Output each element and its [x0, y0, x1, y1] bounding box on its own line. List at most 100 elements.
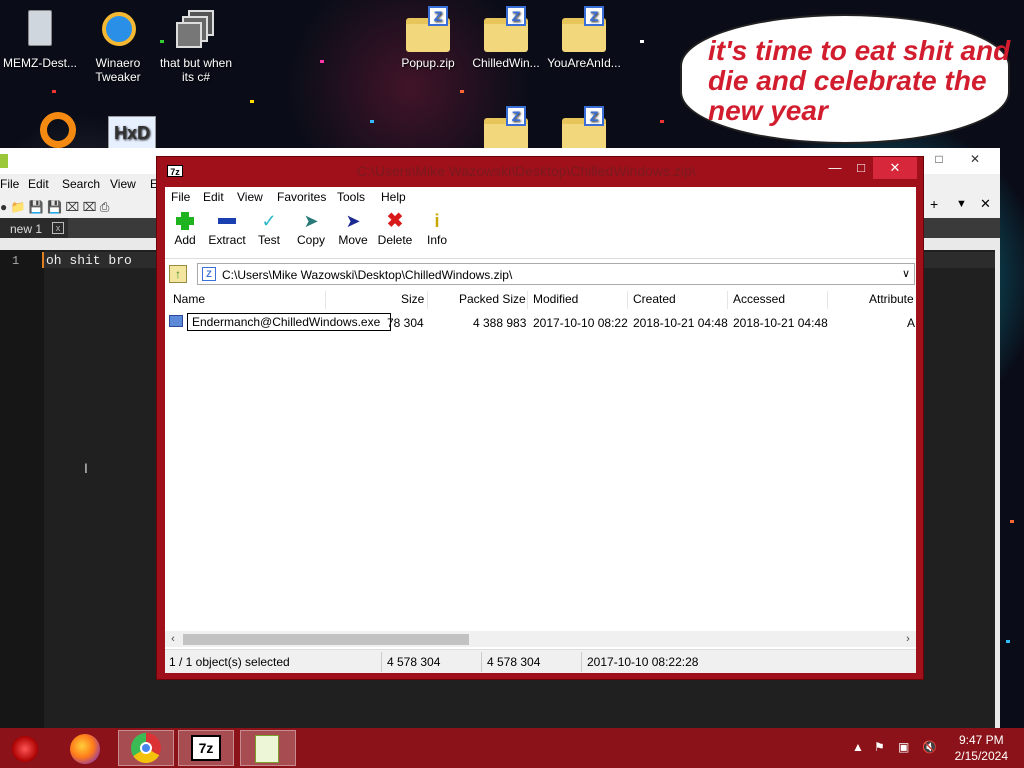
cell-accessed: 2018-10-21 04:48	[733, 316, 828, 330]
menu-file[interactable]: File	[0, 177, 19, 191]
sevenzip-client: File Edit View Favorites Tools Help Add …	[165, 187, 916, 673]
horizontal-scrollbar[interactable]: ‹ ›	[165, 631, 916, 647]
desktop-icon-csharp[interactable]: that but when its c#	[158, 8, 234, 84]
code-line[interactable]: oh shit bro	[46, 253, 132, 268]
sevenzip-window[interactable]: 7z C:\Users\Mike Wazowski\Desktop\Chille…	[156, 156, 924, 680]
desktop-icon-memz[interactable]: MEMZ-Dest...	[2, 8, 78, 70]
test-button[interactable]: ✓ Test	[249, 211, 289, 257]
desktop-icon-popup-zip[interactable]: Z Popup.zip	[390, 6, 466, 70]
cell-size: 78 304	[387, 316, 424, 330]
menu-search[interactable]: Search	[62, 177, 100, 191]
show-hidden-icons-icon[interactable]: ▲	[852, 740, 864, 754]
add-icon	[174, 211, 196, 231]
copy-button[interactable]: ➤ Copy	[291, 211, 331, 257]
address-path: C:\Users\Mike Wazowski\Desktop\ChilledWi…	[222, 268, 513, 282]
confetti	[1010, 520, 1014, 523]
close-icon[interactable]: ✕	[966, 152, 984, 168]
menu-edit[interactable]: Edit	[203, 190, 224, 204]
move-label: Move	[338, 233, 368, 247]
add-button[interactable]: Add	[165, 211, 205, 257]
sevenzip-app-icon: 7z	[167, 165, 183, 177]
maximize-icon[interactable]: □	[930, 152, 948, 168]
zip-folder-icon: Z	[562, 6, 606, 52]
recycle-bin-icon	[18, 8, 62, 52]
desktop-icon-chilledwindows[interactable]: Z ChilledWin...	[468, 6, 544, 70]
column-divider[interactable]	[827, 291, 828, 309]
info-button[interactable]: i Info	[417, 211, 457, 257]
menu-tools[interactable]: Tools	[337, 190, 365, 204]
column-accessed[interactable]: Accessed	[733, 292, 785, 306]
move-button[interactable]: ➤ Move	[333, 211, 373, 257]
start-button[interactable]	[0, 730, 56, 766]
volume-muted-icon[interactable]: 🔇	[922, 740, 937, 754]
sevenzip-menubar: File Edit View Favorites Tools Help	[165, 187, 916, 207]
column-divider[interactable]	[427, 291, 428, 309]
copy-icon: ➤	[303, 211, 319, 231]
column-packed-size[interactable]: Packed Size	[459, 292, 526, 306]
menu-file[interactable]: File	[171, 190, 190, 204]
cell-attr: A	[907, 316, 916, 330]
status-selection: 1 / 1 object(s) selected	[169, 655, 290, 669]
column-name[interactable]: Name	[173, 292, 205, 306]
column-created[interactable]: Created	[633, 292, 676, 306]
add-icon[interactable]: +	[930, 196, 938, 212]
menu-view[interactable]: View	[237, 190, 263, 204]
delete-label: Delete	[377, 233, 413, 247]
tab-label: new 1	[10, 222, 43, 236]
taskbar-notepadpp[interactable]	[240, 730, 296, 766]
start-orb-icon	[12, 736, 38, 762]
column-size[interactable]: Size	[401, 292, 424, 306]
column-divider[interactable]	[727, 291, 728, 309]
taskbar-firefox[interactable]	[60, 730, 116, 766]
address-bar[interactable]: Z C:\Users\Mike Wazowski\Desktop\Chilled…	[197, 263, 915, 285]
menu-view[interactable]: View	[110, 177, 136, 191]
tab-new-1[interactable]: new 1 x	[0, 218, 68, 238]
clock[interactable]: 9:47 PM 2/15/2024	[955, 732, 1008, 764]
extract-button[interactable]: Extract	[207, 211, 247, 257]
desktop-icon-youareanidiot[interactable]: Z YouAreAnId...	[546, 6, 622, 70]
close-tab-icon[interactable]: ✕	[980, 196, 991, 212]
column-divider[interactable]	[527, 291, 528, 309]
chrome-center-icon	[140, 742, 152, 754]
scroll-thumb[interactable]	[183, 634, 469, 645]
column-divider[interactable]	[627, 291, 628, 309]
notepad-app-icon	[0, 154, 8, 168]
zip-folder-icon: Z	[562, 106, 606, 152]
desktop-icon-winaero[interactable]: Winaero Tweaker	[80, 8, 156, 84]
taskbar-7zip[interactable]: 7z	[178, 730, 234, 766]
test-icon: ✓	[261, 211, 277, 231]
column-divider[interactable]	[325, 291, 326, 309]
toolbar-icons[interactable]: ● 📁 💾 💾 ⌧ ⌧ ⎙	[0, 200, 109, 215]
info-label: Info	[426, 233, 447, 247]
status-divider	[581, 652, 582, 672]
window-title: C:\Users\Mike Wazowski\Desktop\ChilledWi…	[357, 163, 696, 179]
action-center-flag-icon[interactable]: ⚑	[874, 740, 885, 754]
menu-favorites[interactable]: Favorites	[277, 190, 326, 204]
sevenzip-titlebar[interactable]: 7z C:\Users\Mike Wazowski\Desktop\Chille…	[157, 157, 923, 185]
sevenzip-taskbar-icon: 7z	[191, 735, 221, 761]
maximize-icon[interactable]: □	[849, 157, 873, 179]
column-attribute[interactable]: Attribute	[869, 292, 914, 306]
close-button[interactable]: ✕	[873, 157, 917, 179]
bubble-text: it's time to eat shit and die and celebr…	[708, 35, 1011, 126]
confetti	[370, 120, 374, 123]
sevenzip-toolbar: Add Extract ✓ Test ➤ Copy ➤ Move ✖ Delet…	[165, 209, 916, 259]
stacked-windows-icon	[174, 8, 218, 52]
dropdown-icon[interactable]: ▼	[956, 198, 967, 210]
delete-button[interactable]: ✖ Delete	[375, 211, 415, 257]
menu-edit[interactable]: Edit	[28, 177, 49, 191]
change-marker	[42, 252, 44, 268]
scroll-left-icon[interactable]: ‹	[165, 631, 181, 647]
table-row[interactable]: Endermanch@ChilledWindows.exe 78 304 4 3…	[169, 313, 916, 333]
taskbar-chrome[interactable]	[118, 730, 174, 766]
chevron-down-icon[interactable]: ∨	[902, 267, 910, 280]
minimize-icon[interactable]: —	[823, 157, 847, 179]
menu-help[interactable]: Help	[381, 190, 406, 204]
network-icon[interactable]: ▣	[898, 740, 909, 754]
close-icon[interactable]: x	[52, 222, 64, 234]
confetti	[52, 90, 56, 93]
rename-input[interactable]: Endermanch@ChilledWindows.exe	[187, 313, 391, 331]
column-modified[interactable]: Modified	[533, 292, 578, 306]
scroll-right-icon[interactable]: ›	[900, 631, 916, 647]
up-folder-icon[interactable]: ↑	[169, 265, 187, 283]
